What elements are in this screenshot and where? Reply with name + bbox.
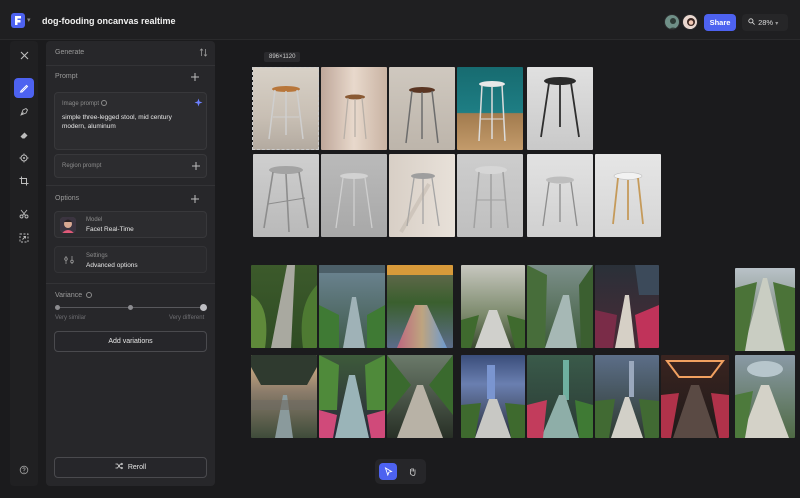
generated-image[interactable] bbox=[251, 355, 317, 438]
model-value: Facet Real-Time bbox=[86, 226, 134, 233]
generated-image[interactable] bbox=[595, 265, 659, 348]
model-thumbnail bbox=[60, 217, 76, 233]
sparkle-icon[interactable] bbox=[194, 98, 203, 107]
image-prompt-text[interactable]: simple three-legged stool, mid century m… bbox=[62, 113, 194, 131]
pen-icon[interactable] bbox=[14, 102, 34, 122]
crop-icon[interactable] bbox=[14, 171, 34, 191]
avatar[interactable] bbox=[664, 14, 680, 30]
chevron-down-icon[interactable]: ▾ bbox=[27, 16, 31, 24]
generated-image[interactable] bbox=[527, 67, 593, 150]
variance-label: Variance bbox=[55, 292, 83, 299]
divider bbox=[46, 283, 215, 284]
expand-icon[interactable] bbox=[14, 228, 34, 248]
variance-slider-thumb[interactable] bbox=[200, 304, 207, 311]
generated-image[interactable] bbox=[319, 265, 385, 348]
generated-image[interactable] bbox=[389, 154, 455, 237]
generated-image[interactable] bbox=[461, 355, 525, 438]
region-prompt-card[interactable]: Region prompt bbox=[54, 154, 207, 178]
generated-image[interactable] bbox=[387, 265, 453, 348]
shuffle-icon bbox=[115, 459, 123, 478]
generated-image[interactable] bbox=[735, 268, 795, 351]
search-icon bbox=[748, 14, 756, 31]
add-region-prompt-icon[interactable] bbox=[191, 161, 201, 171]
panel-title: Generate bbox=[55, 49, 85, 56]
zoom-control[interactable]: 28% ▾ bbox=[742, 14, 788, 31]
region-prompt-label: Region prompt bbox=[62, 163, 102, 169]
settings-label: Settings bbox=[86, 253, 108, 259]
add-variations-button[interactable]: Add variations bbox=[54, 331, 207, 352]
generated-image[interactable] bbox=[461, 265, 525, 348]
help-icon[interactable] bbox=[14, 460, 34, 480]
variance-max-label: Very different bbox=[169, 315, 205, 321]
target-icon[interactable] bbox=[14, 148, 34, 168]
chevron-down-icon: ▾ bbox=[775, 21, 779, 27]
generated-image[interactable] bbox=[527, 154, 593, 237]
select-tool-button[interactable] bbox=[379, 463, 397, 480]
settings-icon bbox=[64, 256, 74, 264]
reroll-button[interactable]: Reroll bbox=[54, 457, 207, 478]
image-prompt-label: Image prompt bbox=[62, 101, 100, 107]
generated-image[interactable] bbox=[253, 67, 319, 150]
zoom-level: 28% bbox=[758, 18, 774, 27]
generated-image[interactable] bbox=[457, 154, 523, 237]
divider bbox=[46, 185, 215, 186]
generated-image[interactable] bbox=[457, 67, 523, 150]
slider-tick bbox=[55, 305, 60, 310]
generated-image[interactable] bbox=[595, 355, 659, 438]
close-icon[interactable] bbox=[14, 45, 34, 65]
app-logo-icon[interactable] bbox=[11, 13, 25, 28]
sort-icon[interactable] bbox=[199, 48, 208, 57]
avatar[interactable] bbox=[682, 14, 698, 30]
image-size-tag: 896×1120 bbox=[264, 52, 301, 62]
hand-icon bbox=[409, 468, 415, 476]
generated-image[interactable] bbox=[319, 355, 385, 438]
image-prompt-card[interactable]: Image prompt simple three-legged stool, … bbox=[54, 92, 207, 150]
tool-sidebar bbox=[10, 41, 38, 486]
generated-image[interactable] bbox=[735, 355, 795, 438]
cursor-icon bbox=[384, 467, 393, 476]
generated-image[interactable] bbox=[387, 355, 453, 438]
eraser-icon[interactable] bbox=[14, 125, 34, 145]
model-option[interactable]: Model Facet Real-Time bbox=[54, 211, 207, 238]
generated-image[interactable] bbox=[595, 154, 661, 237]
scissors-icon[interactable] bbox=[14, 204, 34, 224]
generated-image[interactable] bbox=[661, 355, 729, 438]
divider bbox=[46, 65, 215, 66]
prompt-section-title: Prompt bbox=[55, 73, 78, 80]
settings-value: Advanced options bbox=[86, 262, 138, 269]
top-bar: ▾ dog-fooding oncanvas realtime Share 28… bbox=[0, 0, 800, 40]
generate-panel: Generate Prompt Image prompt simple thre… bbox=[46, 41, 215, 486]
variance-label-row: Variance bbox=[55, 292, 93, 299]
generated-image[interactable] bbox=[251, 265, 317, 348]
variance-min-label: Very similar bbox=[55, 315, 87, 321]
share-button[interactable]: Share bbox=[704, 14, 736, 31]
generated-image[interactable] bbox=[253, 154, 319, 237]
info-icon bbox=[86, 292, 93, 298]
info-icon bbox=[100, 100, 107, 106]
reroll-label: Reroll bbox=[127, 464, 147, 471]
canvas-tool-switcher bbox=[375, 459, 426, 484]
options-section-title: Options bbox=[55, 195, 80, 202]
generated-image[interactable] bbox=[321, 67, 387, 150]
generated-image[interactable] bbox=[389, 67, 455, 150]
brush-icon[interactable] bbox=[14, 78, 34, 98]
settings-option[interactable]: Settings Advanced options bbox=[54, 246, 207, 273]
document-title[interactable]: dog-fooding oncanvas realtime bbox=[42, 16, 176, 26]
add-option-icon[interactable] bbox=[190, 194, 200, 204]
generated-image[interactable] bbox=[527, 265, 593, 348]
generated-image[interactable] bbox=[527, 355, 593, 438]
generated-image[interactable] bbox=[321, 154, 387, 237]
hand-tool-button[interactable] bbox=[403, 463, 421, 480]
model-label: Model bbox=[86, 217, 103, 223]
add-prompt-icon[interactable] bbox=[190, 72, 200, 82]
slider-tick bbox=[128, 305, 133, 310]
